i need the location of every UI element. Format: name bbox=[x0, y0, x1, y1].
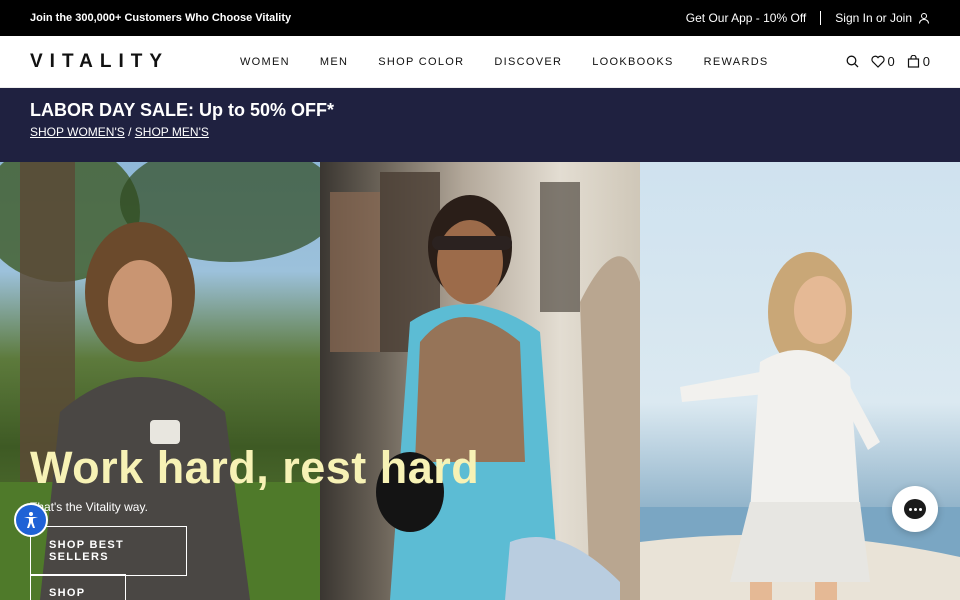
bag-icon bbox=[907, 55, 919, 68]
logo-text: VITALITY bbox=[30, 50, 170, 72]
announcement-text: Join the 300,000+ Customers Who Choose V… bbox=[30, 12, 292, 24]
shop-mens-link[interactable]: SHOP MEN'S bbox=[135, 125, 209, 139]
shop-all-button[interactable]: SHOP ALL bbox=[30, 574, 126, 600]
shop-womens-link[interactable]: SHOP WOMEN'S bbox=[30, 125, 125, 139]
topbar-right: Get Our App - 10% Off Sign In or Join bbox=[686, 11, 930, 25]
sale-title: LABOR DAY SALE: Up to 50% OFF* bbox=[30, 100, 335, 120]
app-link[interactable]: Get Our App - 10% Off bbox=[686, 11, 807, 25]
wishlist-button[interactable]: 0 bbox=[870, 54, 895, 69]
nav-item-discover[interactable]: DISCOVER bbox=[494, 56, 562, 68]
heart-icon bbox=[870, 55, 885, 68]
nav-item-shop-color[interactable]: SHOP COLOR bbox=[378, 56, 464, 68]
topbar-divider bbox=[820, 11, 822, 25]
hero-image-middle bbox=[320, 162, 640, 600]
hero-subtext: That's the Vitality way. bbox=[30, 500, 148, 514]
vitality-logo[interactable]: VITALITY bbox=[30, 51, 169, 73]
hero-scene-right bbox=[640, 252, 960, 600]
links-separator: / bbox=[128, 125, 132, 139]
signin-link[interactable]: Sign In or Join bbox=[835, 11, 930, 25]
cart-button[interactable]: 0 bbox=[907, 54, 930, 69]
cart-count: 0 bbox=[922, 54, 930, 69]
nav-item-men[interactable]: MEN bbox=[320, 56, 348, 68]
accessibility-icon bbox=[24, 512, 38, 528]
hero-banner: Work hard, rest hard That's the Vitality… bbox=[0, 162, 960, 600]
nav-item-rewards[interactable]: REWARDS bbox=[704, 56, 769, 68]
accessibility-button[interactable] bbox=[14, 503, 48, 537]
nav-menu: WOMEN MEN SHOP COLOR DISCOVER LOOKBOOKS … bbox=[240, 56, 769, 68]
shop-best-sellers-button[interactable]: SHOP BEST SELLERS bbox=[30, 526, 187, 576]
chat-button[interactable] bbox=[892, 486, 938, 532]
sale-banner: LABOR DAY SALE: Up to 50% OFF* SHOP WOME… bbox=[0, 88, 960, 162]
user-icon bbox=[919, 13, 929, 24]
nav-item-lookbooks[interactable]: LOOKBOOKS bbox=[592, 56, 673, 68]
hero-scene-middle bbox=[330, 172, 640, 600]
wishlist-count: 0 bbox=[887, 54, 895, 69]
chat-icon bbox=[904, 499, 926, 519]
hero-image-right bbox=[640, 162, 960, 600]
nav-item-women[interactable]: WOMEN bbox=[240, 56, 290, 68]
search-icon bbox=[846, 55, 858, 68]
main-nav: VITALITY WOMEN MEN SHOP COLOR DISCOVER L… bbox=[0, 36, 960, 88]
nav-icons: 0 0 bbox=[846, 54, 930, 69]
hero-headline: Work hard, rest hard bbox=[30, 442, 480, 493]
sale-links: SHOP WOMEN'S / SHOP MEN'S bbox=[30, 125, 930, 139]
announcement-bar: Join the 300,000+ Customers Who Choose V… bbox=[0, 0, 960, 36]
search-button[interactable] bbox=[846, 55, 859, 68]
signin-label: Sign In or Join bbox=[835, 11, 912, 25]
